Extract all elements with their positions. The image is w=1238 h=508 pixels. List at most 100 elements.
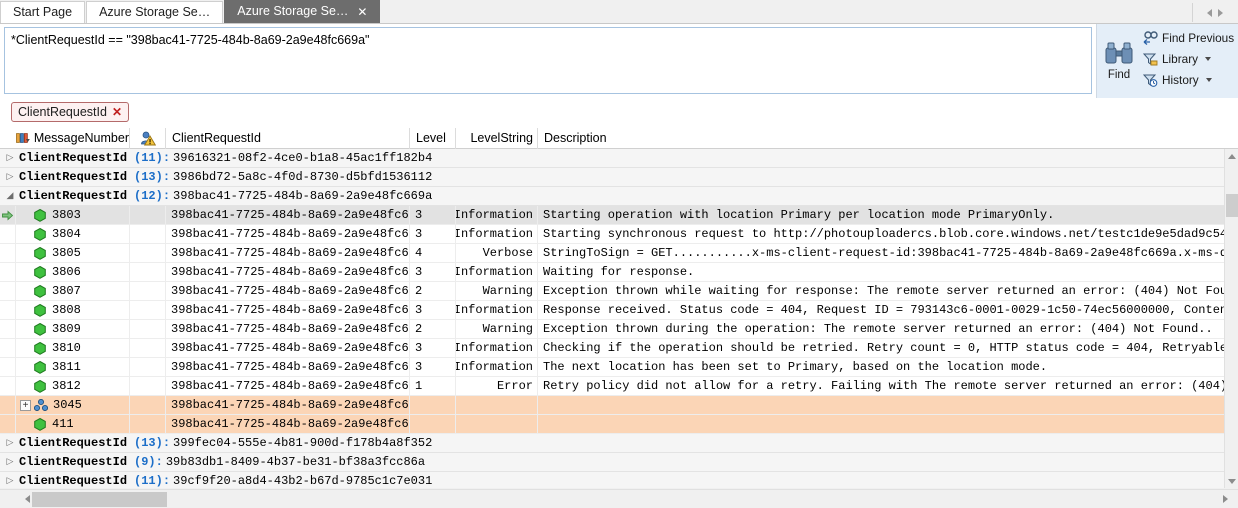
group-row-field: ClientRequestId: [19, 436, 128, 450]
group-row-value: 398bac41-7725-484b-8a69-2a9e48fc669a: [173, 189, 433, 203]
triangle-right-icon[interactable]: ▷: [4, 153, 16, 163]
cell-description: Response received. Status code = 404, Re…: [543, 303, 1238, 317]
row-gutter: [0, 339, 16, 357]
row-expander-spacer: [20, 286, 31, 297]
cell-severity-icon: [130, 415, 166, 433]
table-row[interactable]: 3804 398bac41-7725-484b-8a69-2a9e48fc669a…: [0, 225, 1238, 244]
cell-levelstring: [456, 396, 538, 414]
column-header-severity-icon[interactable]: [130, 128, 166, 149]
cell-description: Exception thrown while waiting for respo…: [543, 284, 1238, 298]
chevron-right-icon[interactable]: [1217, 8, 1223, 17]
library-label: Library: [1162, 51, 1199, 66]
column-header-description[interactable]: Description: [538, 128, 1238, 149]
messagenumber-value: 3812: [52, 379, 81, 393]
group-row-value: 3986bd72-5a8c-4f0d-8730-d5bfd1536112: [173, 170, 433, 184]
row-expander-spacer: [20, 362, 31, 373]
group-row-count: (11):: [134, 474, 171, 488]
group-row-field: ClientRequestId: [19, 474, 128, 488]
triangle-down-icon[interactable]: ◢: [4, 191, 16, 201]
triangle-right-icon[interactable]: ▷: [4, 172, 16, 182]
row-expander-spacer: [20, 381, 31, 392]
tab-azure-storage-session-2[interactable]: Azure Storage Se… ✕: [224, 0, 381, 23]
vertical-scrollbar[interactable]: [1224, 149, 1238, 488]
find-previous-button[interactable]: Find Previous: [1143, 28, 1238, 47]
library-menu-button[interactable]: Library: [1143, 49, 1238, 68]
table-row[interactable]: 3805 398bac41-7725-484b-8a69-2a9e48fc669a…: [0, 244, 1238, 263]
cell-messagenumber: 3811: [16, 358, 130, 376]
table-row[interactable]: 3808 398bac41-7725-484b-8a69-2a9e48fc669a…: [0, 301, 1238, 320]
tab-azure-storage-session-1[interactable]: Azure Storage Se…: [86, 1, 224, 23]
row-expander-spacer: [20, 343, 31, 354]
grid-body[interactable]: ▷ ClientRequestId (11): 39616321-08f2-4ce0…: [0, 149, 1238, 488]
green-hexagon-icon: [34, 341, 46, 355]
table-row[interactable]: 3811 398bac41-7725-484b-8a69-2a9e48fc669a…: [0, 358, 1238, 377]
cell-levelstring: Information: [456, 339, 538, 357]
column-header-clientrequestid[interactable]: ClientRequestId: [166, 128, 410, 149]
columns-filter-icon: [16, 132, 30, 143]
cell-level: 4: [410, 244, 456, 262]
messagenumber-value: 3804: [52, 227, 81, 241]
column-header-messagenumber[interactable]: MessageNumber: [16, 128, 130, 149]
query-input[interactable]: [4, 27, 1092, 94]
cell-severity-icon: [130, 206, 166, 224]
green-hexagon-icon: [34, 379, 46, 393]
group-row[interactable]: ▷ ClientRequestId (13): 399fec04-555e-4b81…: [0, 434, 1238, 453]
tab-start-page[interactable]: Start Page: [0, 1, 86, 23]
triangle-right-icon[interactable]: ▷: [4, 476, 16, 486]
table-row[interactable]: +3045 398bac41-7725-484b-8a69-2a9e48fc669…: [0, 396, 1238, 415]
find-panel: Find Find Previous Library History: [1096, 24, 1238, 98]
cell-messagenumber: 3803: [16, 206, 130, 224]
group-row-field: ClientRequestId: [19, 455, 128, 469]
table-row[interactable]: 3807 398bac41-7725-484b-8a69-2a9e48fc669a…: [0, 282, 1238, 301]
scroll-up-button[interactable]: [1225, 149, 1238, 163]
table-row[interactable]: 3803 398bac41-7725-484b-8a69-2a9e48fc669a…: [0, 206, 1238, 225]
row-expander[interactable]: +: [20, 399, 31, 411]
find-button[interactable]: Find: [1097, 24, 1141, 98]
chevron-down-icon[interactable]: [1205, 77, 1212, 82]
chevron-left-icon[interactable]: [1206, 8, 1212, 17]
column-header-levelstring[interactable]: LevelString: [456, 128, 538, 149]
table-row[interactable]: 3810 398bac41-7725-484b-8a69-2a9e48fc669a…: [0, 339, 1238, 358]
group-row[interactable]: ▷ ClientRequestId (11): 39cf9f20-a8d4-43b2…: [0, 472, 1238, 488]
table-row[interactable]: 3809 398bac41-7725-484b-8a69-2a9e48fc669a…: [0, 320, 1238, 339]
table-row[interactable]: 3812 398bac41-7725-484b-8a69-2a9e48fc669a…: [0, 377, 1238, 396]
group-row[interactable]: ▷ ClientRequestId (13): 3986bd72-5a8c-4f0d…: [0, 168, 1238, 187]
messagenumber-value: 3809: [52, 322, 81, 336]
messagenumber-value: 3807: [52, 284, 81, 298]
history-menu-button[interactable]: History: [1143, 70, 1238, 89]
group-row[interactable]: ▷ ClientRequestId (9): 39b83db1-8409-4b37-…: [0, 453, 1238, 472]
horizontal-scrollbar-thumb[interactable]: [32, 492, 167, 507]
group-row-count: (9):: [134, 455, 163, 469]
table-row[interactable]: 411 398bac41-7725-484b-8a69-2a9e48fc669a: [0, 415, 1238, 434]
table-row[interactable]: 3806 398bac41-7725-484b-8a69-2a9e48fc669a…: [0, 263, 1238, 282]
column-header-level[interactable]: Level: [410, 128, 456, 149]
green-hexagon-icon: [34, 360, 46, 374]
triangle-right-icon[interactable]: ▷: [4, 438, 16, 448]
row-gutter: [0, 301, 16, 319]
scroll-right-button[interactable]: [1216, 490, 1234, 508]
find-button-label: Find: [1107, 69, 1131, 81]
scroll-down-button[interactable]: [1225, 474, 1238, 488]
close-icon[interactable]: ✕: [357, 6, 367, 18]
cell-description: Retry policy did not allow for a retry. …: [543, 379, 1238, 393]
horizontal-scrollbar[interactable]: [0, 489, 1238, 508]
cell-severity-icon: [130, 358, 166, 376]
green-hexagon-icon: [34, 303, 46, 317]
cell-levelstring: Information: [456, 206, 538, 224]
green-hexagon-icon: [34, 417, 46, 431]
cell-level: 2: [410, 282, 456, 300]
row-expander-spacer: [20, 267, 31, 278]
cell-description: StringToSign = GET...........x-ms-client…: [543, 246, 1238, 260]
row-gutter: [0, 320, 16, 338]
row-expander-spacer: [20, 305, 31, 316]
group-row[interactable]: ◢ ClientRequestId (12): 398bac41-7725-484b…: [0, 187, 1238, 206]
triangle-right-icon[interactable]: ▷: [4, 457, 16, 467]
vertical-scrollbar-thumb[interactable]: [1226, 194, 1238, 217]
row-gutter: [0, 377, 16, 395]
close-icon[interactable]: ✕: [112, 106, 122, 118]
cell-clientrequestid: 398bac41-7725-484b-8a69-2a9e48fc669a: [166, 320, 410, 338]
cell-clientrequestid: 398bac41-7725-484b-8a69-2a9e48fc669a: [166, 263, 410, 281]
group-row[interactable]: ▷ ClientRequestId (11): 39616321-08f2-4ce0…: [0, 149, 1238, 168]
filter-chip-clientrequestid[interactable]: ClientRequestId ✕: [11, 102, 130, 122]
chevron-down-icon[interactable]: [1205, 56, 1212, 61]
